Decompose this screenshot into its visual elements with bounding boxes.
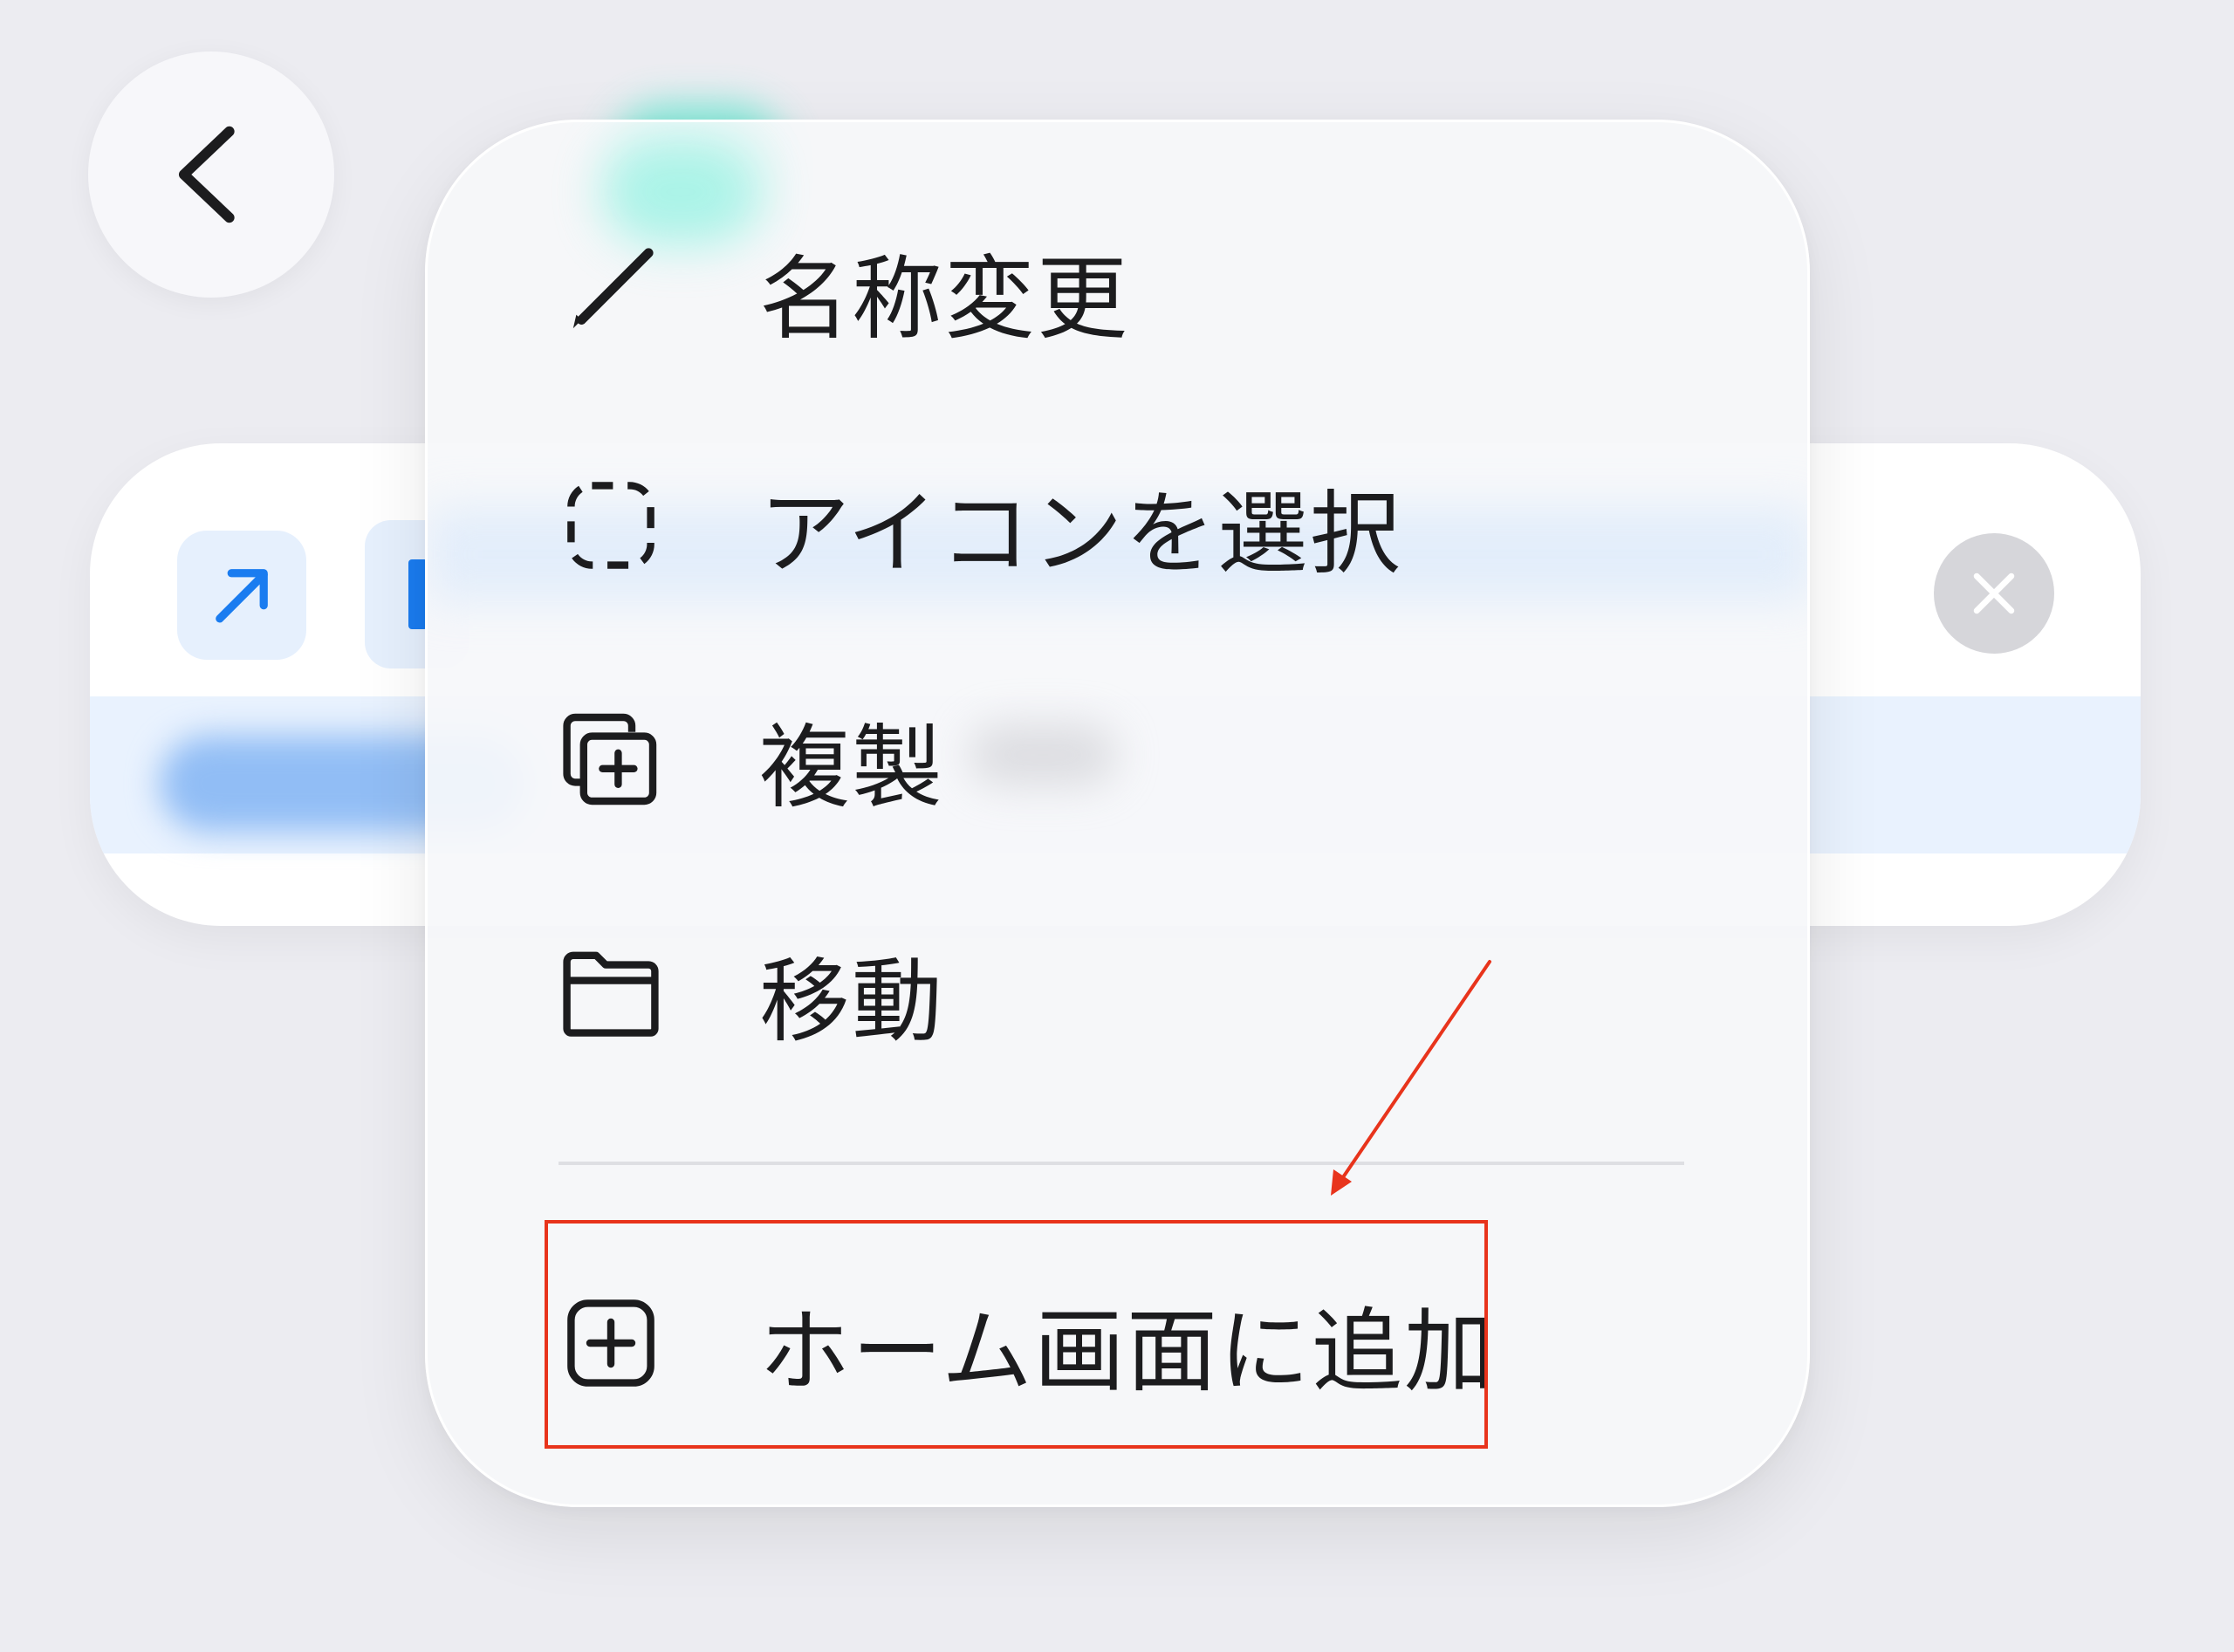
annotation-highlight-box: [545, 1220, 1488, 1449]
back-button[interactable]: [88, 51, 334, 298]
close-icon: [1973, 572, 2015, 614]
menu-item-label: 名称変更: [759, 245, 1130, 353]
arrow-up-right-icon: [216, 569, 268, 623]
chevron-left-icon: [178, 126, 235, 223]
link-tile[interactable]: [177, 531, 306, 660]
menu-item-label: 複製: [759, 714, 945, 821]
menu-item-duplicate[interactable]: 複製: [428, 663, 1807, 855]
menu-item-rename[interactable]: 名称変更: [428, 195, 1807, 387]
clear-button[interactable]: [1934, 533, 2054, 654]
menu-item-move[interactable]: 移動: [428, 897, 1807, 1089]
menu-item-label: アイコンを選択: [759, 480, 1402, 587]
pencil-icon: [558, 238, 663, 343]
folder-icon: [558, 941, 663, 1045]
dashed-square-icon: [558, 473, 663, 578]
menu-divider: [558, 1162, 1684, 1165]
menu-item-label: 移動: [759, 948, 945, 1055]
menu-item-choose-icon[interactable]: アイコンを選択: [428, 429, 1807, 621]
duplicate-icon: [558, 707, 663, 812]
